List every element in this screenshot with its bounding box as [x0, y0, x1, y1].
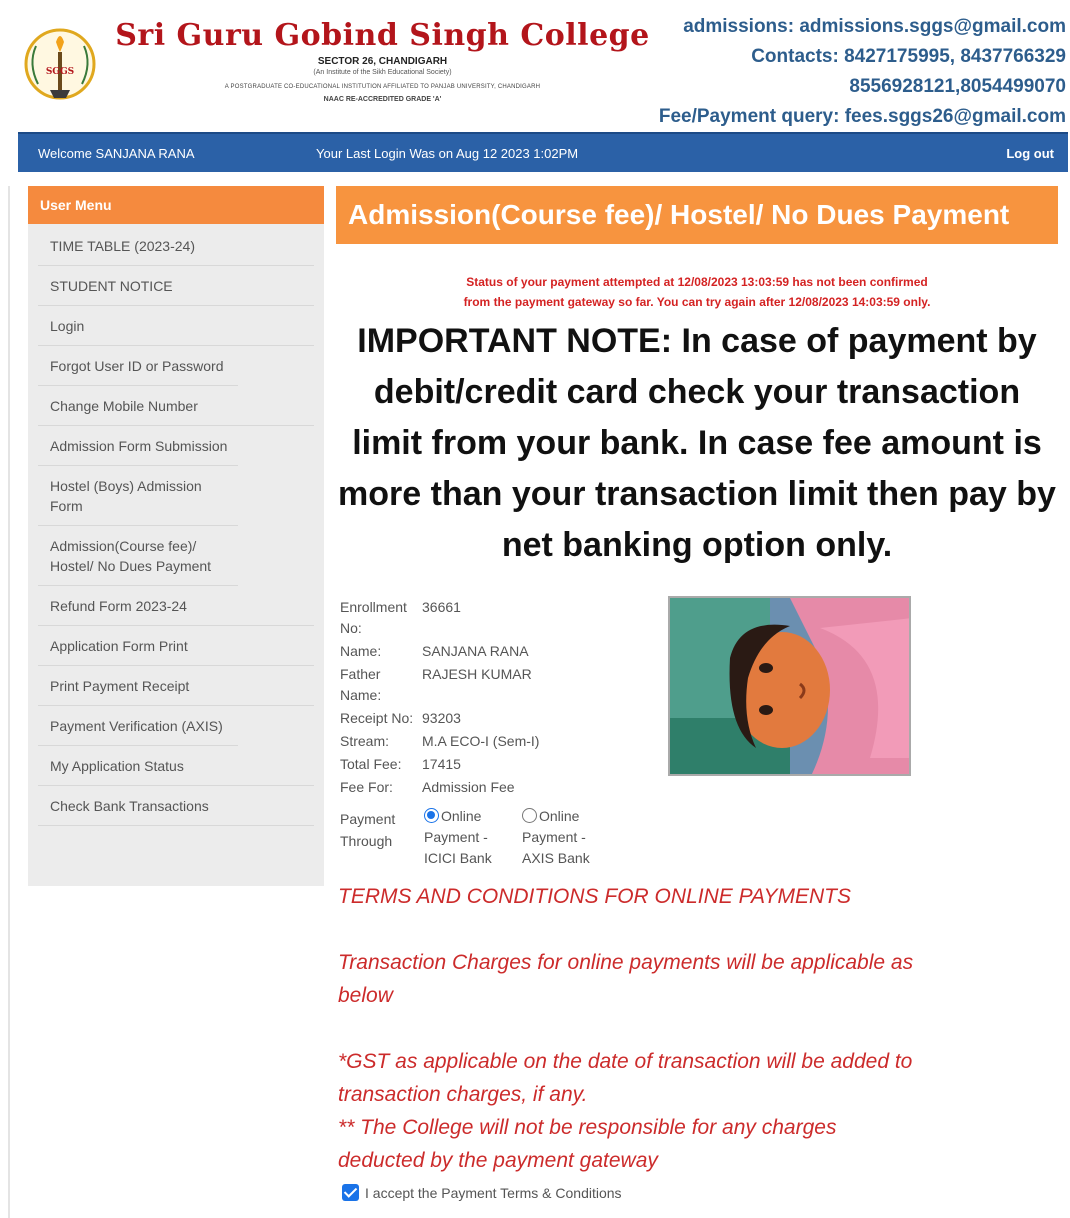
sidebar-item-admission-form[interactable]: Admission Form Submission [38, 426, 238, 466]
sidebar-item-refund-form[interactable]: Refund Form 2023-24 [38, 586, 314, 626]
contact-phones-2: 8556928121,8054499070 [849, 76, 1066, 97]
college-sector: SECTOR 26, CHANDIGARH [317, 56, 448, 67]
father-name-value: RAJESH KUMAR [422, 666, 532, 682]
sidebar-item-hostel-admission[interactable]: Hostel (Boys) Admission Form [38, 466, 238, 526]
svg-text:SGGS: SGGS [46, 67, 74, 77]
contact-phones: Contacts: 8427175995, 8437766329 [751, 46, 1066, 67]
table-row: Receipt No: 93203 [340, 707, 539, 730]
college-affiliation: A POSTGRADUATE CO-EDUCATIONAL INSTITUTIO… [224, 84, 541, 90]
total-fee-label: Total Fee: [340, 756, 402, 772]
college-logo: SGGS [22, 24, 98, 108]
fee-query-email: Fee/Payment query: fees.sggs26@gmail.com [658, 106, 1066, 127]
sidebar-item-change-mobile[interactable]: Change Mobile Number [38, 386, 314, 426]
father-name-label: Father Name: [340, 666, 382, 703]
sidebar-item-application-status[interactable]: My Application Status [38, 746, 314, 786]
accept-terms[interactable]: I accept the Payment Terms & Conditions [342, 1184, 622, 1201]
sidebar-menu: User Menu TIME TABLE (2023-24) STUDENT N… [28, 186, 324, 886]
name-label: Name: [340, 643, 382, 659]
page-border [8, 186, 10, 1218]
accept-terms-label: I accept the Payment Terms & Conditions [365, 1185, 622, 1201]
enrollment-label: Enrollment No: [340, 599, 407, 636]
stream-value: M.A ECO-I (Sem-I) [422, 733, 540, 749]
terms-conditions: TERMS AND CONDITIONS FOR ONLINE PAYMENTS… [338, 880, 928, 1177]
receipt-label: Receipt No: [340, 710, 414, 726]
payment-status-message: Status of your payment attempted at 12/0… [463, 275, 931, 309]
college-name: Sri Guru Gobind Singh College [115, 18, 650, 53]
table-row: Name: SANJANA RANA [340, 640, 539, 663]
transaction-charges-text: Transaction Charges for online payments … [338, 951, 914, 1007]
top-bar: Welcome SANJANA RANA Your Last Login Was… [18, 132, 1068, 172]
sidebar-item-fee-payment[interactable]: Admission(Course fee)/ Hostel/ No Dues P… [38, 526, 238, 586]
payment-through-label: Payment Through [340, 811, 396, 849]
payment-option-icici[interactable]: Online Payment - ICICI Bank [424, 806, 516, 869]
enrollment-value: 36661 [422, 599, 461, 615]
sidebar-item-student-notice[interactable]: STUDENT NOTICE [38, 266, 314, 306]
sidebar-item-login[interactable]: Login [38, 306, 314, 346]
radio-axis[interactable] [522, 808, 537, 823]
welcome-text: Welcome SANJANA RANA [38, 146, 195, 161]
receipt-value: 93203 [422, 710, 461, 726]
college-disclaimer: ** The College will not be responsible f… [338, 1116, 837, 1172]
fee-for-value: Admission Fee [422, 779, 515, 795]
table-row: Total Fee: 17415 [340, 753, 539, 776]
college-naac: NAAC RE-ACCREDITED GRADE 'A' [323, 96, 442, 103]
sidebar-item-print-receipt[interactable]: Print Payment Receipt [38, 666, 314, 706]
payment-option-axis[interactable]: Online Payment - AXIS Bank [522, 806, 614, 869]
site-header: SGGS Sri Guru Gobind Singh College SECTO… [0, 0, 1070, 132]
student-details: Enrollment No: 36661 Name: SANJANA RANA … [340, 596, 660, 799]
admissions-email: admissions: admissions.sggs@gmail.com [683, 16, 1066, 37]
accept-terms-checkbox[interactable] [342, 1184, 359, 1201]
table-row: Father Name: RAJESH KUMAR [340, 663, 539, 707]
college-society: (An Institute of the Sikh Educational So… [313, 69, 452, 76]
sidebar-item-bank-transactions[interactable]: Check Bank Transactions [38, 786, 314, 826]
sidebar-item-payment-verification[interactable]: Payment Verification (AXIS) [38, 706, 238, 746]
terms-heading: TERMS AND CONDITIONS FOR ONLINE PAYMENTS [338, 885, 851, 908]
table-row: Fee For: Admission Fee [340, 776, 539, 799]
last-login-text: Your Last Login Was on Aug 12 2023 1:02P… [316, 146, 579, 161]
sidebar-item-timetable[interactable]: TIME TABLE (2023-24) [38, 226, 314, 266]
sidebar-item-application-print[interactable]: Application Form Print [38, 626, 314, 666]
table-row: Enrollment No: 36661 [340, 596, 539, 640]
sidebar-item-forgot-userid[interactable]: Forgot User ID or Password [38, 346, 238, 386]
student-photo [668, 596, 911, 776]
important-note: IMPORTANT NOTE: In case of payment by de… [338, 322, 1056, 564]
table-row: Stream: M.A ECO-I (Sem-I) [340, 730, 539, 753]
total-fee-value: 17415 [422, 756, 461, 772]
fee-for-label: Fee For: [340, 779, 393, 795]
contact-info: admissions: admissions.sggs@gmail.com Co… [659, 12, 1066, 132]
logout-link[interactable]: Log out [1006, 146, 1054, 161]
name-value: SANJANA RANA [422, 643, 529, 659]
stream-label: Stream: [340, 733, 390, 749]
radio-icici[interactable] [424, 808, 439, 823]
sidebar-title: User Menu [28, 186, 324, 224]
page-title: Admission(Course fee)/ Hostel/ No Dues P… [336, 186, 1058, 244]
gst-note: *GST as applicable on the date of transa… [338, 1050, 913, 1106]
